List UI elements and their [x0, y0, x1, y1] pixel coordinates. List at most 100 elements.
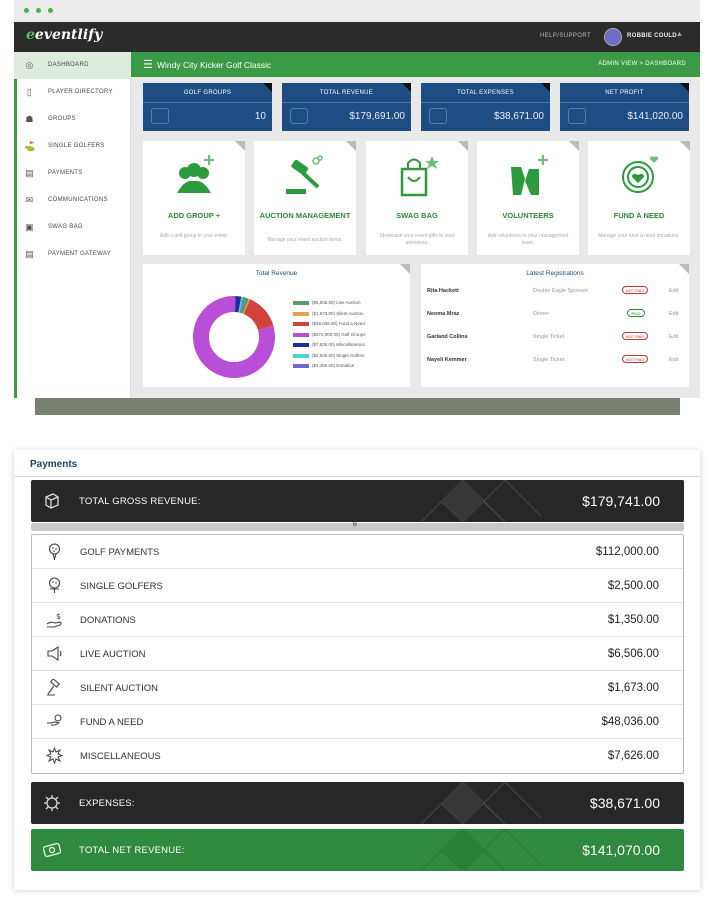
chevron-up-icon[interactable]: ▲ — [676, 31, 683, 38]
stat-golf-groups[interactable]: GOLF GROUPS 10 — [143, 83, 272, 131]
legend-swatch — [293, 301, 309, 305]
corner-fold-icon — [346, 141, 356, 151]
row-value: $141,070.00 — [582, 842, 660, 858]
card-title: ADD GROUP + — [167, 211, 221, 220]
status-badge: PAID — [627, 309, 645, 317]
sidebar-item-groups[interactable]: ☗ GROUPS — [14, 106, 131, 133]
row-value: $2,500.00 — [607, 580, 659, 592]
expenses-row[interactable]: EXPENSES: $38,671.00 — [31, 782, 684, 824]
row-value: $1,673.00 — [607, 682, 659, 694]
browser-chrome — [14, 0, 700, 22]
table-row: Neoma Mraz Dinner PAID Edit — [427, 309, 685, 331]
donut-slice[interactable] — [243, 299, 274, 331]
card-description: Manage your fund a need donations. — [598, 233, 680, 239]
row-value: $48,036.00 — [601, 716, 659, 728]
stat-label: GOLF GROUPS — [183, 90, 232, 96]
card-volunteers[interactable]: VOLUNTEERS Add volunteers to your manage… — [477, 141, 579, 255]
card-fund-a-need[interactable]: FUND A NEED Manage your fund a need dona… — [588, 141, 690, 255]
user-name[interactable]: ROBBIE COULD — [627, 33, 677, 39]
row-label: TOTAL GROSS REVENUE: — [79, 496, 201, 507]
list-item[interactable]: $ DONATIONS $1,350.00 — [32, 603, 683, 637]
stat-label: TOTAL EXPENSES — [457, 90, 514, 96]
legend-label: ($1,350.00) Donation — [312, 363, 355, 368]
sidebar-item-label: PAYMENTS — [48, 170, 83, 176]
stat-net-profit[interactable]: NET PROFIT $141,020.00 — [560, 83, 689, 131]
legend-swatch — [293, 364, 309, 368]
legend-label: ($48,036.00) Fund a Need — [312, 321, 365, 326]
donut-slice[interactable] — [234, 296, 242, 313]
row-value: $6,506.00 — [607, 648, 659, 660]
money-icon — [290, 108, 308, 124]
status-badge: NOT PAID — [622, 286, 648, 294]
row-value: $1,350.00 — [607, 614, 659, 626]
revenue-donut-chart[interactable] — [189, 292, 279, 382]
registrant-name: Rita Hackett — [427, 288, 459, 294]
card-description: Manage your event auction items. — [267, 237, 343, 243]
total-net-revenue-row[interactable]: TOTAL NET REVENUE: $141,070.00 — [31, 829, 684, 871]
row-value: $7,626.00 — [607, 750, 659, 762]
list-item[interactable]: SINGLE GOLFERS $2,500.00 — [32, 569, 683, 603]
decorative-pattern — [421, 480, 541, 522]
bag-icon: ▣ — [25, 222, 34, 232]
card-swag-bag[interactable]: SWAG BAG Showcase your event gifts to yo… — [366, 141, 468, 255]
list-item[interactable]: FUND A NEED $48,036.00 — [32, 705, 683, 739]
avatar[interactable] — [604, 28, 622, 46]
legend-label: ($1,673.00) Silent Auction — [312, 310, 364, 316]
row-label: SILENT AUCTION — [80, 683, 158, 694]
sidebar-item-dashboard[interactable]: ◎ DASHBOARD — [14, 52, 131, 79]
sidebar-item-swag-bag[interactable]: ▣ SWAG BAG — [14, 214, 131, 241]
sidebar-item-payments[interactable]: ▤ PAYMENTS — [14, 160, 131, 187]
card-add-group[interactable]: ADD GROUP + Add a golf group to your eve… — [143, 141, 245, 255]
hamburger-menu-icon[interactable]: ☰ — [143, 58, 153, 71]
collapse-handle[interactable]: B — [31, 522, 684, 531]
window-dot-icon[interactable] — [48, 8, 53, 13]
table-row: Rita Hackett Double Eagle Sponsor NOT PA… — [427, 286, 685, 308]
stat-total-revenue[interactable]: TOTAL REVENUE $179,691.00 — [282, 83, 411, 131]
donut-slice[interactable] — [240, 297, 249, 314]
sidebar-item-player-directory[interactable]: ▯ PLAYER DIRECTORY — [14, 79, 131, 106]
gateway-icon: ▤ — [25, 249, 34, 259]
row-value: $179,741.00 — [582, 493, 660, 509]
window-dot-icon[interactable] — [24, 8, 29, 13]
edit-link[interactable]: Edit — [669, 288, 678, 294]
card-auction-management[interactable]: AUCTION MANAGEMENT Manage your event auc… — [254, 141, 356, 255]
sidebar-item-communications[interactable]: ✉ COMMUNICATIONS — [14, 187, 131, 214]
table-row: Garland Collins Single Ticket NOT PAID E… — [427, 332, 685, 354]
card-title: AUCTION MANAGEMENT — [259, 211, 351, 220]
stat-total-expenses[interactable]: TOTAL EXPENSES $38,671.00 — [421, 83, 550, 131]
edit-link[interactable]: Edit — [669, 334, 678, 340]
sidebar-item-payment-gateway[interactable]: ▤ PAYMENT GATEWAY — [14, 241, 131, 268]
row-value: $112,000.00 — [595, 546, 659, 558]
sidebar-item-label: PLAYER DIRECTORY — [48, 89, 113, 95]
decorative-pattern — [421, 782, 541, 824]
window-dot-icon[interactable] — [36, 8, 41, 13]
row-label: TOTAL NET REVENUE: — [79, 845, 185, 856]
list-item[interactable]: MISCELLANEOUS $7,626.00 — [32, 739, 683, 773]
list-item[interactable]: GOLF PAYMENTS $112,000.00 — [32, 535, 683, 569]
volunteer-hands-icon — [511, 155, 548, 195]
hand-coin-icon — [47, 714, 62, 726]
stat-divider — [421, 102, 550, 103]
corner-fold-icon — [235, 141, 245, 151]
edit-link[interactable]: Edit — [669, 357, 678, 363]
card-title: FUND A NEED — [613, 211, 665, 220]
list-item[interactable]: SILENT AUCTION $1,673.00 — [32, 671, 683, 705]
app-logo[interactable]: eeventlify — [26, 27, 102, 43]
registrant-name: Neoma Mraz — [427, 311, 460, 317]
stat-value: $38,671.00 — [493, 111, 544, 122]
total-gross-revenue-row[interactable]: TOTAL GROSS REVENUE: $179,741.00 — [31, 480, 684, 522]
breadcrumb[interactable]: ADMIN VIEW > DASHBOARD — [598, 61, 686, 67]
edit-link[interactable]: Edit — [669, 311, 678, 317]
row-label: GOLF PAYMENTS — [80, 547, 160, 558]
help-support-link[interactable]: HELP/SUPPORT — [540, 33, 591, 39]
list-item[interactable]: LIVE AUCTION $6,506.00 — [32, 637, 683, 671]
sidebar-item-single-golfers[interactable]: ⛳ SINGLE GOLFERS — [14, 133, 131, 160]
megaphone-icon — [47, 645, 62, 662]
mail-icon: ✉ — [25, 195, 34, 205]
divider — [14, 476, 700, 477]
stat-divider — [560, 102, 689, 103]
row-value: $38,671.00 — [589, 795, 660, 811]
sidebar-item-label: GROUPS — [48, 116, 76, 122]
golf-ball-icon — [48, 543, 61, 560]
payment-breakdown-list: GOLF PAYMENTS $112,000.00 SINGLE GOLFERS… — [31, 534, 684, 774]
